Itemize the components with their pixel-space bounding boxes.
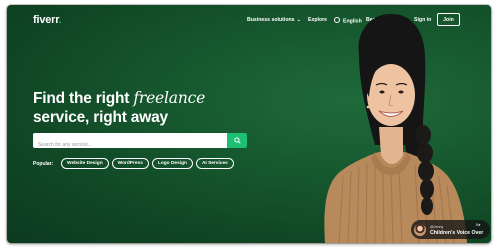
popular-chip-ai-services[interactable]: AI Services xyxy=(195,158,234,169)
popular-label: Popular: xyxy=(33,161,54,167)
search-input[interactable] xyxy=(33,137,224,153)
search-icon xyxy=(233,137,241,144)
hero-title-line1: Find the right xyxy=(33,90,134,107)
popular-chip-wordpress[interactable]: WordPress xyxy=(111,158,149,169)
avatar xyxy=(414,223,426,236)
hero-title-line2: service, right away xyxy=(33,109,168,126)
search-button[interactable] xyxy=(227,133,247,148)
search-box xyxy=(33,133,227,153)
hero-title-emphasis: freelance xyxy=(133,89,206,107)
hero-title: Find the right freelance service, right … xyxy=(33,89,205,127)
popular-chip-logo-design[interactable]: Logo Design xyxy=(151,158,193,169)
hero-frame: fiverr. Business solutions ⌄ Explore Engl… xyxy=(7,5,491,243)
popular-chip-website-design[interactable]: Website Design xyxy=(61,158,109,169)
seller-role: Children's Voice Over xyxy=(430,229,484,236)
popular-chips: Website Design WordPress Logo Design AI … xyxy=(61,158,234,169)
seller-rating: 5★ xyxy=(475,223,481,227)
seller-badge[interactable]: @Jenny Children's Voice Over 5★ xyxy=(411,220,490,239)
